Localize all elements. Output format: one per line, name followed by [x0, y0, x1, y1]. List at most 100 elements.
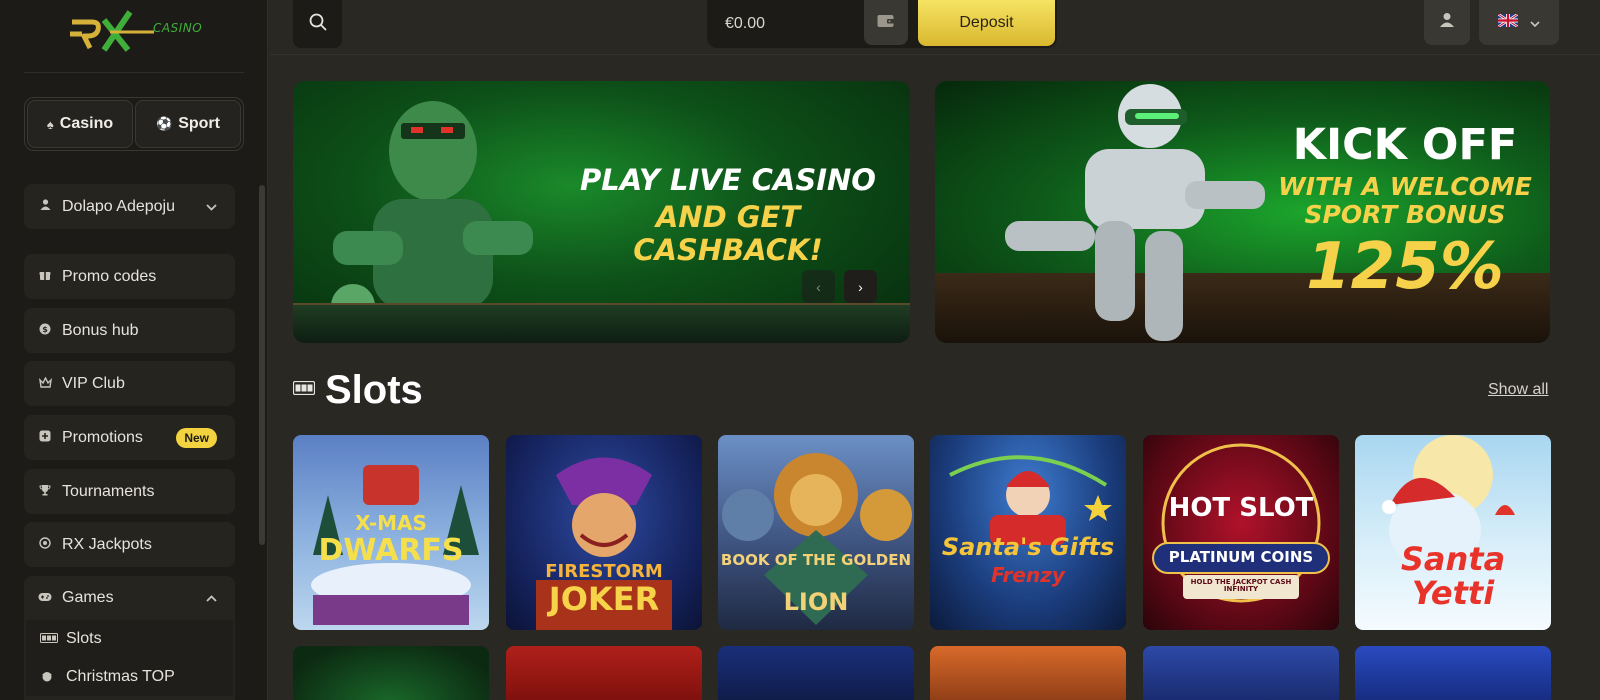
top-bar: €0.00 Deposit — [269, 0, 1600, 55]
sidebar-item-vip-club[interactable]: VIP Club — [24, 361, 235, 406]
sidebar-item-label: RX Jackpots — [62, 535, 152, 553]
logo-casino-word: CASINO — [153, 21, 203, 35]
slot-machine-icon — [292, 380, 316, 400]
balance-amount: €0.00 — [725, 15, 766, 32]
slots-title: Slots — [325, 368, 423, 412]
banner-subheadline: AND GET CASHBACK! — [633, 200, 823, 268]
sidebar-item-label: Tournaments — [62, 482, 155, 500]
wallet-button[interactable] — [864, 0, 908, 45]
sport-mode-label: Sport — [178, 115, 220, 132]
sidebar-item-label: Promo codes — [62, 267, 157, 285]
slots-section-header: Slots — [292, 368, 423, 413]
sidebar-item-label: Bonus hub — [62, 321, 139, 339]
chevron-down-icon — [206, 200, 217, 214]
banner-headline: PLAY LIVE CASINO — [580, 163, 876, 197]
game-tile-firestorm-joker[interactable]: FIRESTORM JOKER — [506, 435, 702, 630]
user-menu[interactable]: Dolapo Adepoju — [24, 184, 235, 229]
sport-bonus-banner[interactable]: KICK OFF WITH A WELCOME SPORT BONUS 125% — [935, 81, 1550, 343]
account-button[interactable] — [1424, 0, 1470, 45]
game-tile-row2[interactable] — [718, 646, 914, 700]
sidebar-item-label: Slots — [66, 630, 102, 647]
game-tile-book-of-the-golden-lion[interactable]: BOOK OF THE GOLDEN LION — [718, 435, 914, 630]
game-subtitle: HOLD THE JACKPOT CASH INFINITY — [1190, 578, 1292, 594]
chevron-up-icon — [206, 591, 217, 605]
new-badge: New — [176, 428, 217, 448]
santa-icon — [40, 670, 58, 685]
jackpot-icon — [38, 537, 52, 552]
language-selector[interactable] — [1479, 0, 1559, 45]
games-toggle[interactable]: Games — [24, 576, 235, 620]
sidebar-item-promo-codes[interactable]: Promo codes — [24, 254, 235, 299]
dollar-circle-icon: $ — [38, 323, 52, 338]
game-title: X-MAS — [355, 511, 427, 535]
wallet-icon — [877, 13, 895, 33]
sidebar-item-label: VIP Club — [62, 374, 125, 392]
ball-icon: ⚽ — [156, 116, 173, 131]
rx-logo-mark — [70, 10, 154, 52]
game-title: DWARFS — [318, 533, 464, 568]
game-tile-x-mas-dwarfs[interactable]: X-MAS DWARFS — [293, 435, 489, 630]
svg-text:$: $ — [42, 325, 48, 334]
game-tile-santa-yetti[interactable]: Santa Yetti — [1355, 435, 1551, 630]
game-tile-row2[interactable] — [1143, 646, 1339, 700]
rx-casino-logo[interactable]: CASINO — [70, 8, 210, 58]
sidebar-item-label: Christmas TOP — [66, 668, 175, 685]
carousel-prev-button[interactable]: ‹ — [802, 270, 835, 303]
live-casino-banner[interactable]: PLAY LIVE CASINO AND GET CASHBACK! ‹ › — [293, 81, 910, 343]
game-title: HOT SLOT — [1168, 493, 1314, 523]
bonus-percentage: 125% — [1306, 230, 1504, 304]
game-title: Santa Yetti — [1400, 540, 1506, 612]
spade-icon: ♠ — [46, 116, 54, 132]
games-label: Games — [62, 589, 114, 606]
deposit-button[interactable]: Deposit — [918, 0, 1055, 46]
chevron-right-icon: › — [858, 278, 863, 295]
casino-mode-button[interactable]: ♠ Casino — [27, 100, 133, 148]
game-tile-hot-slot-platinum-coins[interactable]: HOT SLOT PLATINUM COINS HOLD THE JACKPOT… — [1143, 435, 1339, 630]
game-tile-row2[interactable] — [930, 646, 1126, 700]
banner-headline: KICK OFF — [1292, 120, 1518, 170]
slot-machine-icon — [40, 632, 58, 646]
sidebar-item-tournaments[interactable]: Tournaments — [24, 469, 235, 514]
sidebar-item-christmas-top[interactable]: Christmas TOP — [26, 658, 233, 696]
sidebar: CASINO ♠ Casino ⚽ Sport Dolapo Adepoju P… — [0, 0, 268, 700]
game-title: Santa's Gifts — [941, 533, 1115, 561]
user-name: Dolapo Adepoju — [62, 197, 175, 215]
banner-subheadline: SPORT BONUS — [1304, 200, 1506, 229]
user-icon — [1439, 12, 1455, 33]
wallet-bar: €0.00 Deposit — [707, 0, 1057, 48]
sidebar-item-slots[interactable]: Slots — [26, 620, 233, 658]
games-group: Games Slots Christmas TOP — [24, 576, 235, 700]
divider — [24, 72, 244, 73]
sidebar-scrollbar[interactable] — [259, 185, 265, 545]
sidebar-item-rx-jackpots[interactable]: RX Jackpots — [24, 522, 235, 567]
casino-sport-switch: ♠ Casino ⚽ Sport — [24, 97, 244, 151]
game-artwork — [1152, 443, 1330, 603]
search-button[interactable] — [293, 0, 342, 48]
game-title: JOKER — [548, 580, 660, 618]
sidebar-item-bonus-hub[interactable]: $ Bonus hub — [24, 308, 235, 353]
game-tile-row2[interactable] — [293, 646, 489, 700]
game-title: PLATINUM COINS — [1168, 548, 1314, 566]
gift-icon — [38, 269, 52, 284]
casino-table — [293, 303, 910, 343]
game-tile-santas-gifts-frenzy[interactable]: Santa's Gifts Frenzy — [930, 435, 1126, 630]
search-icon — [309, 13, 327, 36]
show-all-link[interactable]: Show all — [1488, 381, 1548, 399]
gb-flag-icon — [1497, 12, 1519, 32]
crown-icon — [38, 375, 52, 391]
casino-mode-label: Casino — [59, 115, 114, 132]
game-tile-row2[interactable] — [506, 646, 702, 700]
promo-icon — [38, 430, 52, 445]
trophy-icon — [38, 484, 52, 499]
game-tile-row2[interactable] — [1355, 646, 1551, 700]
gamepad-icon — [38, 591, 52, 605]
game-title: LION — [783, 588, 849, 616]
sidebar-item-promotions[interactable]: Promotions New — [24, 415, 235, 460]
carousel-next-button[interactable]: › — [844, 270, 877, 303]
sport-mode-button[interactable]: ⚽ Sport — [135, 100, 241, 148]
sidebar-item-label: Promotions — [62, 428, 143, 446]
chevron-left-icon: ‹ — [816, 278, 821, 295]
game-title: BOOK OF THE GOLDEN — [720, 551, 912, 569]
robot-runner-illustration — [1005, 84, 1265, 341]
game-title: Frenzy — [991, 563, 1065, 587]
